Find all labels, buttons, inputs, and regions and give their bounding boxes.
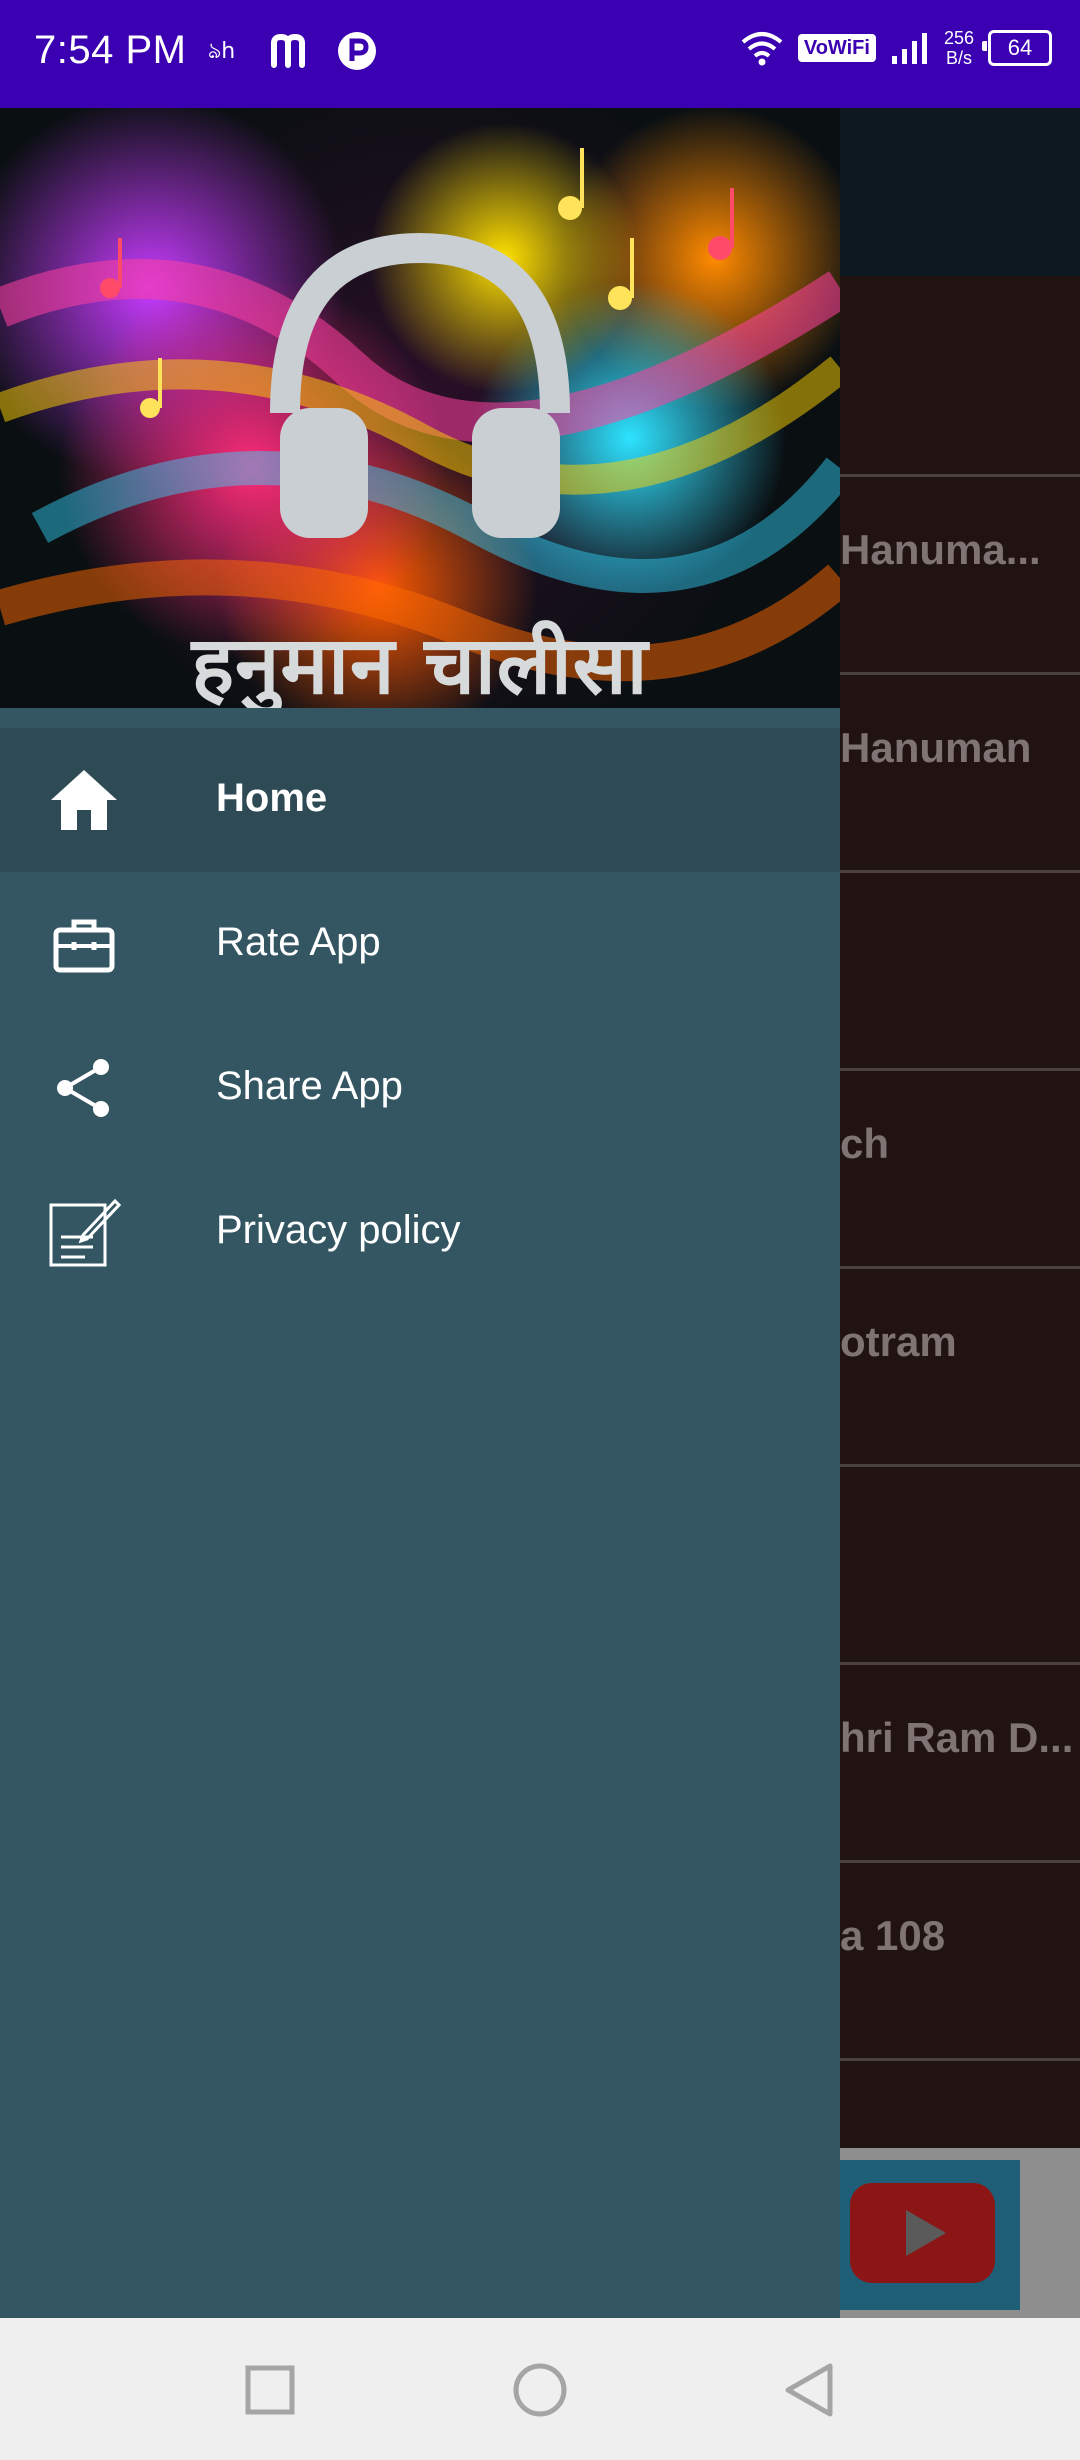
vowifi-badge: VoWiFi (797, 34, 876, 62)
list-item-text: hri Ram D... (840, 1714, 1074, 1761)
system-nav-bar (0, 2318, 1080, 2460)
status-left: 7:54 PM ঌh (34, 28, 378, 73)
home-icon (44, 768, 124, 832)
battery-level: 64 (1007, 35, 1033, 60)
status-right: VoWiFi 256 B/s 64 (740, 28, 1052, 68)
back-triangle-icon[interactable] (780, 2360, 840, 2420)
menu-item-privacy-policy[interactable]: Privacy policy (0, 1160, 840, 1304)
menu-item-label: Home (216, 776, 328, 820)
navigation-drawer: हनुमान चालीसा Home Rate App Share App Pr… (0, 108, 840, 2318)
list-item-text: ch (840, 1120, 890, 1167)
menu-item-rate-app[interactable]: Rate App (0, 872, 840, 1016)
home-circle-icon[interactable] (510, 2360, 570, 2420)
menu-item-label: Rate App (216, 920, 381, 964)
edit-note-icon (44, 1198, 124, 1267)
list-item-text: otram (840, 1318, 957, 1365)
status-bar: 7:54 PM ঌh VoWiFi 256 B/s 64 (0, 0, 1080, 108)
speed-value: 256 (943, 28, 974, 48)
signal-icon (890, 30, 930, 66)
share-icon (44, 1056, 124, 1120)
list-item-text: Hanuma... (840, 526, 1041, 573)
battery-icon: 64 (982, 30, 1052, 66)
menu-item-share-app[interactable]: Share App (0, 1016, 840, 1160)
p-app-icon (336, 30, 378, 72)
list-item-text: Hanuman (840, 724, 1032, 771)
network-speed: 256 B/s (944, 28, 974, 68)
speed-unit: B/s (945, 48, 972, 68)
notification-icon: ঌh (208, 36, 248, 66)
status-time: 7:54 PM (34, 28, 187, 72)
list-item-text: a 108 (840, 1912, 946, 1959)
recents-square-icon[interactable] (240, 2360, 300, 2420)
wifi-icon (740, 30, 784, 66)
drawer-header-title: हनुमान चालीसा (191, 619, 649, 708)
briefcase-icon (44, 912, 124, 976)
menu-item-label: Privacy policy (216, 1208, 461, 1252)
m-app-icon (270, 33, 314, 69)
drawer-header: हनुमान चालीसा (0, 108, 840, 708)
menu-item-home[interactable]: Home (0, 728, 840, 872)
svg-text:ঌh: ঌh (208, 39, 235, 64)
menu-item-label: Share App (216, 1064, 403, 1108)
play-triangle-icon (906, 2210, 946, 2256)
